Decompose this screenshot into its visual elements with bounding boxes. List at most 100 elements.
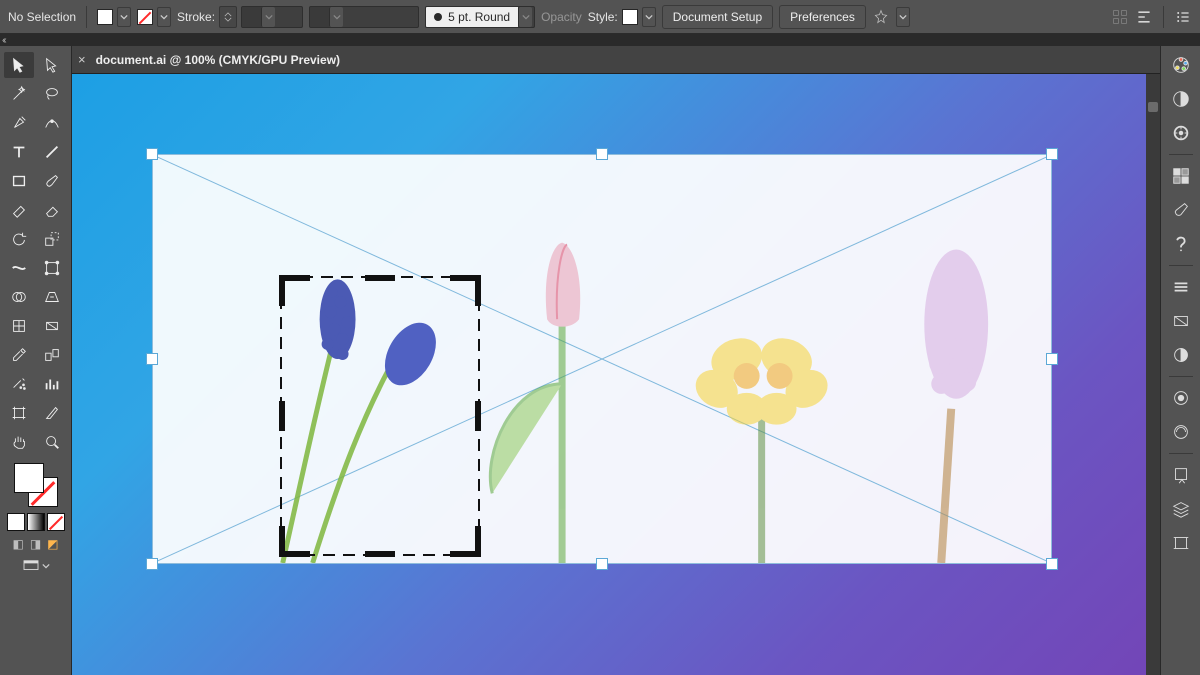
width-tool[interactable] xyxy=(4,255,34,281)
stroke-weight-stepper[interactable] xyxy=(219,6,237,28)
tab-title[interactable]: document.ai @ 100% (CMYK/GPU Preview) xyxy=(96,53,340,67)
fill-color-icon[interactable] xyxy=(14,463,44,493)
symbols-panel-icon[interactable] xyxy=(1166,231,1196,257)
align-icon[interactable] xyxy=(1135,8,1153,26)
vertical-scrollbar[interactable] xyxy=(1146,74,1160,675)
chevron-down-icon[interactable] xyxy=(329,7,343,27)
appearance-panel-icon[interactable] xyxy=(1166,385,1196,411)
stroke-weight-value xyxy=(242,7,261,27)
chevron-down-icon[interactable] xyxy=(896,7,910,27)
grid-icon[interactable] xyxy=(1111,8,1129,26)
preferences-button[interactable]: Preferences xyxy=(779,5,866,29)
column-graph-tool[interactable] xyxy=(37,371,67,397)
stroke-weight-combo[interactable] xyxy=(241,6,303,28)
zoom-tool[interactable] xyxy=(37,429,67,455)
collapse-strip[interactable]: ‹‹ xyxy=(0,34,1200,46)
line-segment-tool[interactable] xyxy=(37,139,67,165)
fill-picker[interactable] xyxy=(97,7,131,27)
scale-tool[interactable] xyxy=(37,226,67,252)
scroll-thumb[interactable] xyxy=(1148,102,1158,112)
draw-inside-icon[interactable]: ◩ xyxy=(47,537,58,551)
opacity-control: Opacity xyxy=(541,10,582,24)
layers-panel-icon[interactable] xyxy=(1166,496,1196,522)
selection-tool[interactable] xyxy=(4,52,34,78)
tab-bar: × document.ai @ 100% (CMYK/GPU Preview) xyxy=(72,46,1160,74)
gradient-icon[interactable] xyxy=(27,513,45,531)
chevron-down-icon[interactable] xyxy=(642,7,656,27)
graphic-styles-panel-icon[interactable] xyxy=(1166,419,1196,445)
fill-stroke-stack[interactable] xyxy=(14,463,58,507)
selection-label: No Selection xyxy=(8,10,76,24)
artboards-panel-icon[interactable] xyxy=(1166,530,1196,556)
magic-wand-tool[interactable] xyxy=(4,81,34,107)
control-bar: No Selection Stroke: 5 pt. Round Opacity… xyxy=(0,0,1200,34)
document-setup-button[interactable]: Document Setup xyxy=(662,5,773,29)
preferences-label: Preferences xyxy=(790,10,855,24)
perspective-grid-tool[interactable] xyxy=(37,284,67,310)
menu-icon[interactable] xyxy=(1174,8,1192,26)
crop-marquee[interactable] xyxy=(280,276,480,556)
type-tool[interactable] xyxy=(4,139,34,165)
artboard-tool[interactable] xyxy=(4,400,34,426)
divider xyxy=(86,6,87,28)
slice-tool[interactable] xyxy=(37,400,67,426)
none-color-icon[interactable] xyxy=(47,513,65,531)
screen-mode-button[interactable] xyxy=(22,559,50,573)
canvas[interactable] xyxy=(72,74,1160,675)
solid-color-icon[interactable] xyxy=(7,513,25,531)
fill-swatch-icon[interactable] xyxy=(97,9,113,25)
style-control: Style: xyxy=(588,7,656,27)
mesh-tool[interactable] xyxy=(4,313,34,339)
brushes-panel-icon[interactable] xyxy=(1166,197,1196,223)
chevron-left-icon: ‹‹ xyxy=(2,35,5,46)
close-icon[interactable]: × xyxy=(78,52,86,67)
curvature-tool[interactable] xyxy=(37,110,67,136)
free-transform-tool[interactable] xyxy=(37,255,67,281)
asset-export-panel-icon[interactable] xyxy=(1166,462,1196,488)
chevron-down-icon[interactable] xyxy=(157,7,171,27)
swatches-panel-icon[interactable] xyxy=(1166,163,1196,189)
vp-profile-combo[interactable] xyxy=(309,6,419,28)
pin-icon[interactable] xyxy=(872,8,890,26)
chevron-down-icon[interactable] xyxy=(117,7,131,27)
direct-selection-tool[interactable] xyxy=(37,52,67,78)
gradient-tool[interactable] xyxy=(37,313,67,339)
eraser-tool[interactable] xyxy=(37,197,67,223)
lasso-tool[interactable] xyxy=(37,81,67,107)
color-panel-icon[interactable] xyxy=(1166,52,1196,78)
transparency-panel-icon[interactable] xyxy=(1166,342,1196,368)
color-guide-panel-icon[interactable] xyxy=(1166,86,1196,112)
shaper-tool[interactable] xyxy=(4,197,34,223)
draw-normal-icon[interactable]: ◧ xyxy=(12,537,23,551)
pen-tool[interactable] xyxy=(4,110,34,136)
brush-label: 5 pt. Round xyxy=(448,10,510,24)
color-mode-row xyxy=(7,513,65,531)
stroke-swatch-icon[interactable] xyxy=(137,9,153,25)
document-setup-label: Document Setup xyxy=(673,10,762,24)
blend-tool[interactable] xyxy=(37,342,67,368)
style-label: Style: xyxy=(588,10,618,24)
stroke-label: Stroke: xyxy=(177,10,215,24)
chevron-down-icon[interactable] xyxy=(518,7,532,27)
rotate-tool[interactable] xyxy=(4,226,34,252)
chevron-down-icon[interactable] xyxy=(261,7,275,27)
rectangle-tool[interactable] xyxy=(4,168,34,194)
stroke-panel-icon[interactable] xyxy=(1166,274,1196,300)
paintbrush-tool[interactable] xyxy=(37,168,67,194)
eyedropper-tool[interactable] xyxy=(4,342,34,368)
draw-behind-icon[interactable]: ◨ xyxy=(30,537,41,551)
draw-mode-row: ◧ ◨ ◩ xyxy=(12,537,58,551)
symbol-sprayer-tool[interactable] xyxy=(4,371,34,397)
gradient-panel-icon[interactable] xyxy=(1166,308,1196,334)
recolor-panel-icon[interactable] xyxy=(1166,120,1196,146)
brush-preview: 5 pt. Round xyxy=(426,7,518,27)
style-swatch-icon[interactable] xyxy=(622,9,638,25)
hand-tool[interactable] xyxy=(4,429,34,455)
divider xyxy=(1163,6,1164,28)
shape-builder-tool[interactable] xyxy=(4,284,34,310)
stroke-picker[interactable] xyxy=(137,7,171,27)
document-area: × document.ai @ 100% (CMYK/GPU Preview) xyxy=(72,46,1160,675)
tools-panel: ◧ ◨ ◩ xyxy=(0,46,72,675)
stroke-weight: Stroke: xyxy=(177,6,303,28)
brush-combo[interactable]: 5 pt. Round xyxy=(425,6,535,28)
